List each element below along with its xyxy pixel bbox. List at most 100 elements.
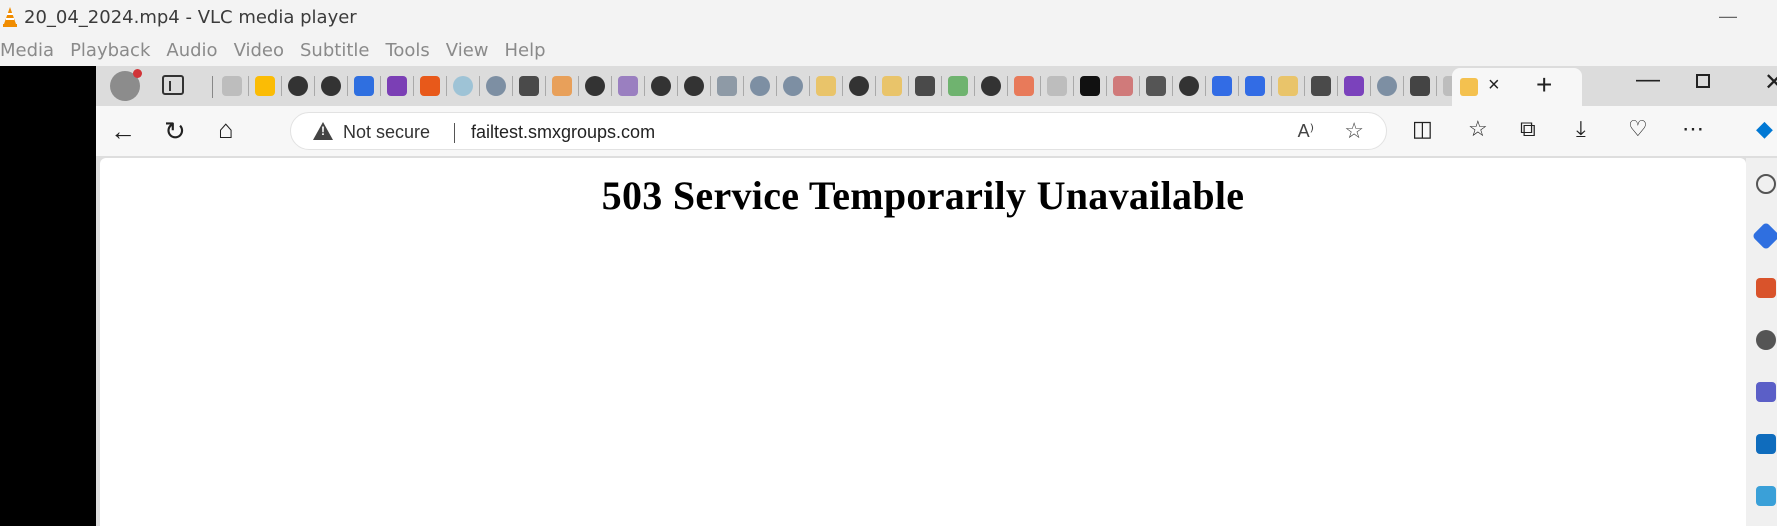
menu-playback[interactable]: Playback xyxy=(70,40,150,61)
back-icon[interactable]: ← xyxy=(110,116,136,147)
pinned-tab[interactable] xyxy=(1177,72,1206,100)
search-icon[interactable] xyxy=(1756,174,1776,194)
window-close-button[interactable]: ✕ xyxy=(1764,68,1777,97)
close-tab-button[interactable]: × xyxy=(1488,74,1500,97)
tab-bar: × + — ✕ xyxy=(96,66,1777,106)
docker-icon xyxy=(750,76,770,96)
pinned-tab[interactable] xyxy=(385,72,414,100)
window-restore-button[interactable] xyxy=(1696,74,1710,88)
pinned-tab[interactable] xyxy=(649,72,678,100)
menu-subtitle[interactable]: Subtitle xyxy=(300,40,369,61)
pinned-tab[interactable] xyxy=(1144,72,1173,100)
favorite-star-icon[interactable]: ☆ xyxy=(1344,118,1364,144)
folder-icon xyxy=(1460,78,1478,96)
pinned-tab[interactable] xyxy=(1012,72,1041,100)
url-text[interactable]: failtest.smxgroups.com xyxy=(471,122,655,143)
pinned-tab[interactable] xyxy=(253,72,282,100)
menu-view[interactable]: View xyxy=(446,40,489,61)
terraform-icon xyxy=(1344,76,1364,96)
outlook-icon[interactable] xyxy=(1756,434,1776,454)
shopping-icon[interactable] xyxy=(1756,278,1776,298)
pinned-tab[interactable] xyxy=(847,72,876,100)
pinned-tab[interactable] xyxy=(286,72,315,100)
pinned-tab[interactable] xyxy=(1276,72,1305,100)
circle-icon xyxy=(453,76,473,96)
read-aloud-icon[interactable]: A⁾ xyxy=(1298,121,1314,142)
menu-media[interactable]: Media xyxy=(0,40,54,61)
refresh-icon[interactable]: ↻ xyxy=(164,116,186,147)
window-title: 20_04_2024.mp4 - VLC media player xyxy=(24,6,357,28)
pinned-tab[interactable] xyxy=(880,72,909,100)
pinned-tab[interactable] xyxy=(352,72,381,100)
pinned-tab[interactable] xyxy=(1111,72,1140,100)
new-tab-button[interactable]: + xyxy=(1536,69,1552,101)
bootstrap-icon xyxy=(354,76,374,96)
folder-icon xyxy=(1278,76,1298,96)
vlc-cone-icon xyxy=(2,6,18,28)
pinned-tab[interactable] xyxy=(715,72,744,100)
page-content: 503 Service Temporarily Unavailable xyxy=(100,158,1746,526)
medium-icon xyxy=(1080,76,1100,96)
window-minimize-button[interactable]: — xyxy=(1636,66,1660,94)
pinned-tab[interactable] xyxy=(1243,72,1272,100)
page-icon xyxy=(1047,76,1067,96)
pinned-tab[interactable] xyxy=(1078,72,1107,100)
vlc-menu-bar: Media Playback Audio Video Subtitle Tool… xyxy=(0,34,1777,66)
copilot-icon[interactable]: ◆ xyxy=(1756,116,1773,142)
pinned-tab[interactable] xyxy=(583,72,612,100)
downloads-icon[interactable]: ⤓ xyxy=(1576,116,1586,142)
pinned-tab[interactable] xyxy=(517,72,546,100)
browser-essentials-icon[interactable]: ♡ xyxy=(1628,116,1648,142)
collections-icon[interactable]: ⧉ xyxy=(1520,116,1536,142)
more-options-icon[interactable]: ⋯ xyxy=(1682,116,1704,142)
pinned-tab[interactable] xyxy=(1045,72,1074,100)
green-icon xyxy=(948,76,968,96)
menu-audio[interactable]: Audio xyxy=(166,40,217,61)
profile-avatar[interactable] xyxy=(110,69,142,101)
pinned-tab[interactable] xyxy=(682,72,711,100)
package-icon xyxy=(552,76,572,96)
minimize-button[interactable]: — xyxy=(1719,6,1737,27)
wave-icon xyxy=(1410,76,1430,96)
pinned-tab[interactable] xyxy=(220,72,249,100)
tab-actions-icon[interactable] xyxy=(162,75,184,95)
people-icon[interactable] xyxy=(1756,330,1776,350)
active-tab[interactable]: × xyxy=(1452,68,1582,106)
copilot-sidebar-icon[interactable] xyxy=(1751,221,1777,251)
pinned-tab[interactable] xyxy=(814,72,843,100)
address-bar[interactable]: Not secure failtest.smxgroups.com A⁾ ☆ xyxy=(290,112,1387,150)
pinned-tab[interactable] xyxy=(1408,72,1437,100)
home-icon[interactable]: ⌂ xyxy=(218,114,234,145)
dotnet-icon xyxy=(618,76,638,96)
tool-icon[interactable] xyxy=(1756,486,1776,506)
pinned-tab[interactable] xyxy=(418,72,447,100)
vlc-title-bar: 20_04_2024.mp4 - VLC media player — xyxy=(0,0,1777,34)
docker-icon xyxy=(1377,76,1397,96)
docker-icon xyxy=(486,76,506,96)
pinned-tab[interactable] xyxy=(913,72,942,100)
pinned-tab[interactable] xyxy=(550,72,579,100)
pinned-tab[interactable] xyxy=(781,72,810,100)
menu-tools[interactable]: Tools xyxy=(385,40,429,61)
pinned-tab[interactable] xyxy=(1210,72,1239,100)
pinned-tab[interactable] xyxy=(1375,72,1404,100)
pinned-tab[interactable] xyxy=(748,72,777,100)
pinned-tab[interactable] xyxy=(1309,72,1338,100)
teams-icon[interactable] xyxy=(1756,382,1776,402)
hashicorp-icon xyxy=(1311,76,1331,96)
pinned-tab[interactable] xyxy=(979,72,1008,100)
pinned-tab[interactable] xyxy=(484,72,513,100)
hashicorp-icon xyxy=(915,76,935,96)
pinned-tab[interactable] xyxy=(946,72,975,100)
menu-video[interactable]: Video xyxy=(234,40,284,61)
pinned-tab[interactable] xyxy=(451,72,480,100)
security-label[interactable]: Not secure xyxy=(343,122,430,143)
pinned-tab[interactable] xyxy=(319,72,348,100)
tab-divider xyxy=(212,76,213,98)
pinned-tab[interactable] xyxy=(1342,72,1371,100)
favorites-icon[interactable]: ☆ xyxy=(1468,116,1488,142)
pinned-tab[interactable] xyxy=(616,72,645,100)
menu-help[interactable]: Help xyxy=(505,40,546,61)
github-icon xyxy=(651,76,671,96)
split-screen-icon[interactable]: ◫ xyxy=(1412,116,1433,142)
